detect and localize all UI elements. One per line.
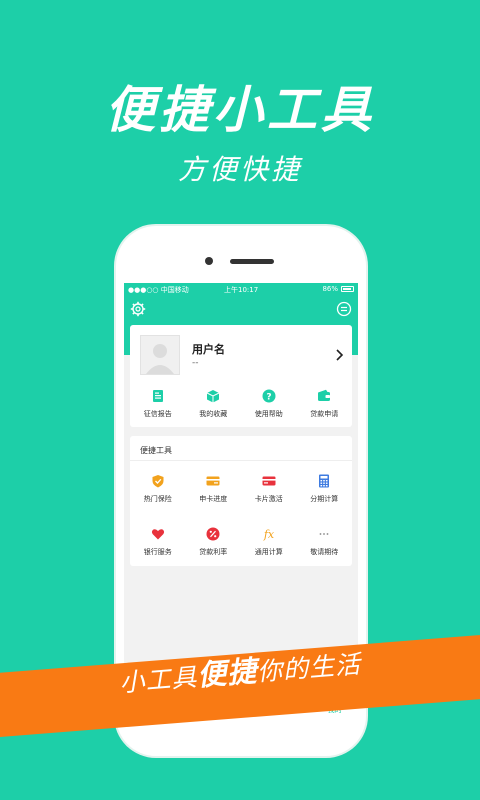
banner-text-emphasis: 便捷 <box>195 653 259 693</box>
tool-label: 卡片激活 <box>254 495 283 503</box>
tools-row-1: 热门保险 申卡进度 卡片激活 分期计算 <box>130 474 352 504</box>
status-time: 上午10:17 <box>224 286 259 294</box>
tool-label: 敬请期待 <box>310 548 339 556</box>
help-icon: ? <box>262 389 276 403</box>
tool-insurance[interactable]: 热门保险 <box>130 474 186 504</box>
user-subtitle: -- <box>192 358 199 368</box>
svg-text:fx: fx <box>263 528 275 541</box>
chevron-right-icon[interactable] <box>334 349 344 361</box>
tool-coming-soon[interactable]: 敬请期待 <box>297 527 353 557</box>
username: 用户名 <box>192 343 225 356</box>
quick-action-label: 我的收藏 <box>199 410 228 418</box>
status-battery-text: 86% <box>322 285 338 293</box>
quick-action-favorites[interactable]: 我的收藏 <box>186 389 242 419</box>
gear-icon[interactable] <box>130 301 146 317</box>
tool-label: 申卡进度 <box>199 495 228 503</box>
tool-label: 热门保险 <box>143 495 172 503</box>
tool-label: 分期计算 <box>310 495 339 503</box>
status-carrier: ●●●○○ 中国移动 <box>128 286 189 294</box>
tools-section-title: 便捷工具 <box>140 446 172 455</box>
tool-loan-rate[interactable]: 贷款利率 <box>186 527 242 557</box>
promo-subline: 方便快捷 <box>177 153 302 186</box>
quick-action-credit-report[interactable]: 征信报告 <box>130 389 186 419</box>
message-icon[interactable] <box>336 301 352 317</box>
svg-text:?: ? <box>266 392 271 402</box>
quick-actions: 征信报告 我的收藏 ? 使用帮助 贷款申请 <box>130 389 352 419</box>
avatar[interactable] <box>140 335 180 375</box>
box-icon <box>207 390 220 403</box>
card-icon <box>206 476 220 486</box>
tool-card-progress[interactable]: 申卡进度 <box>186 474 242 504</box>
quick-action-help[interactable]: ? 使用帮助 <box>241 389 297 419</box>
more-icon <box>319 533 329 535</box>
tool-label: 通用计算 <box>254 548 283 556</box>
avatar-placeholder-icon <box>146 344 174 374</box>
divider <box>130 460 352 461</box>
tool-label: 贷款利率 <box>199 548 228 556</box>
quick-action-loan-apply[interactable]: 贷款申请 <box>297 389 353 419</box>
tool-card-activate[interactable]: 卡片激活 <box>241 474 297 504</box>
tool-installment-calc[interactable]: 分期计算 <box>297 474 353 504</box>
calculator-icon <box>319 474 330 488</box>
tool-label: 银行服务 <box>143 548 172 556</box>
fx-icon: fx <box>263 528 275 541</box>
quick-action-label: 征信报告 <box>143 410 172 418</box>
banner-text-part3: 你的生活 <box>256 649 363 687</box>
banner-text-part1: 小工具 <box>118 662 199 698</box>
report-icon <box>152 390 163 402</box>
wallet-icon <box>318 389 331 401</box>
shield-icon <box>152 475 164 488</box>
quick-action-label: 贷款申请 <box>310 410 339 418</box>
phone-camera <box>205 257 213 265</box>
heart-icon <box>151 529 164 540</box>
tool-general-calc[interactable]: fx 通用计算 <box>241 527 297 557</box>
quick-action-label: 使用帮助 <box>254 410 283 418</box>
phone-speaker <box>230 259 274 264</box>
profile-card: 用户名 -- 征信报告 我的收藏 ? 使用帮助 贷款申请 <box>130 325 352 427</box>
status-bar: ●●●○○ 中国移动 上午10:17 86% <box>124 283 358 295</box>
tools-row-2: 银行服务 贷款利率 fx 通用计算 敬请期待 <box>130 527 352 557</box>
percent-icon <box>206 527 220 541</box>
tool-bank-service[interactable]: 银行服务 <box>130 527 186 557</box>
card-activate-icon <box>262 476 276 486</box>
tools-card: 便捷工具 热门保险 申卡进度 卡片激活 分期计算 银行服务 贷款利率 fx 通用… <box>130 436 352 566</box>
battery-icon <box>341 286 354 292</box>
promo-headline: 便捷小工具 <box>105 81 375 139</box>
